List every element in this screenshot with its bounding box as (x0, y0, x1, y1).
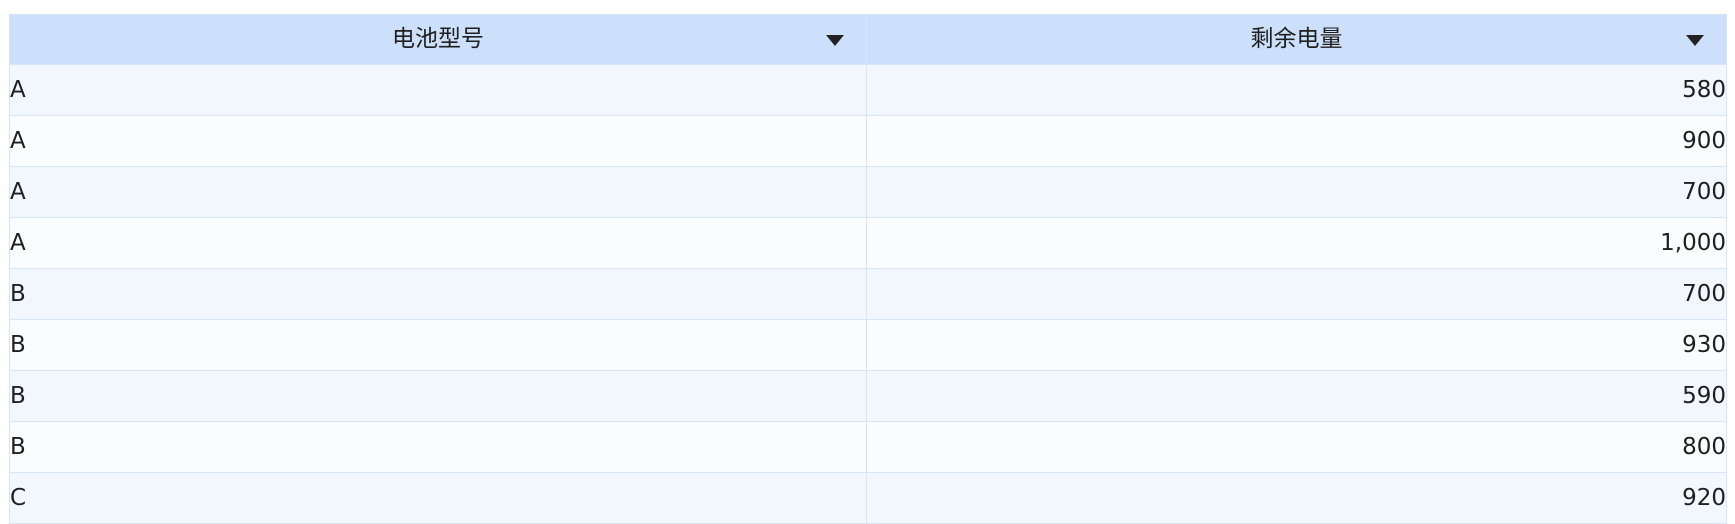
cell-battery-model[interactable]: A (9, 64, 867, 116)
cell-remaining-charge[interactable]: 930 (866, 319, 1727, 371)
table-row[interactable]: C 920 (9, 472, 1727, 524)
cell-remaining-charge[interactable]: 590 (866, 370, 1727, 422)
dropdown-triangle-icon[interactable] (826, 34, 844, 46)
cell-battery-model[interactable]: B (9, 370, 867, 422)
table-body: A 580 A 900 A 700 A 1,000 B 700 B 930 B … (9, 64, 1727, 524)
cell-remaining-charge[interactable]: 580 (866, 64, 1727, 116)
table-row[interactable]: A 700 (9, 166, 1727, 218)
filter-dropdown-button[interactable] (824, 23, 860, 56)
cell-battery-model[interactable]: B (9, 421, 867, 473)
column-header-remaining-charge[interactable]: 剩余电量 (866, 14, 1727, 65)
table-row[interactable]: A 580 (9, 64, 1727, 116)
cell-battery-model[interactable]: A (9, 166, 867, 218)
header-row: 电池型号 剩余电量 (9, 14, 1727, 65)
cell-remaining-charge[interactable]: 800 (866, 421, 1727, 473)
cell-battery-model[interactable]: B (9, 319, 867, 371)
cell-battery-model[interactable]: A (9, 115, 867, 167)
cell-battery-model[interactable]: A (9, 217, 867, 269)
table-row[interactable]: B 700 (9, 268, 1727, 320)
cell-remaining-charge[interactable]: 700 (866, 166, 1727, 218)
cell-remaining-charge[interactable]: 700 (866, 268, 1727, 320)
cell-remaining-charge[interactable]: 900 (866, 115, 1727, 167)
dropdown-triangle-icon[interactable] (1686, 34, 1704, 46)
table-row[interactable]: B 930 (9, 319, 1727, 371)
table-row[interactable]: A 1,000 (9, 217, 1727, 269)
cell-battery-model[interactable]: B (9, 268, 867, 320)
cell-remaining-charge[interactable]: 920 (866, 472, 1727, 524)
data-table: 电池型号 剩余电量 A 580 A 900 A 700 A 1,000 B 70… (9, 14, 1727, 524)
table-header: 电池型号 剩余电量 (9, 14, 1727, 65)
table-row[interactable]: B 800 (9, 421, 1727, 473)
cell-battery-model[interactable]: C (9, 472, 867, 524)
table-row[interactable]: A 900 (9, 115, 1727, 167)
data-table-container: 电池型号 剩余电量 A 580 A 900 A 700 A 1,000 B 70… (9, 14, 1727, 524)
table-row[interactable]: B 590 (9, 370, 1727, 422)
filter-dropdown-button[interactable] (1684, 23, 1720, 56)
column-header-label: 电池型号 (392, 26, 484, 52)
column-header-label: 剩余电量 (1250, 26, 1343, 52)
cell-remaining-charge[interactable]: 1,000 (866, 217, 1727, 269)
column-header-battery-model[interactable]: 电池型号 (9, 14, 867, 65)
